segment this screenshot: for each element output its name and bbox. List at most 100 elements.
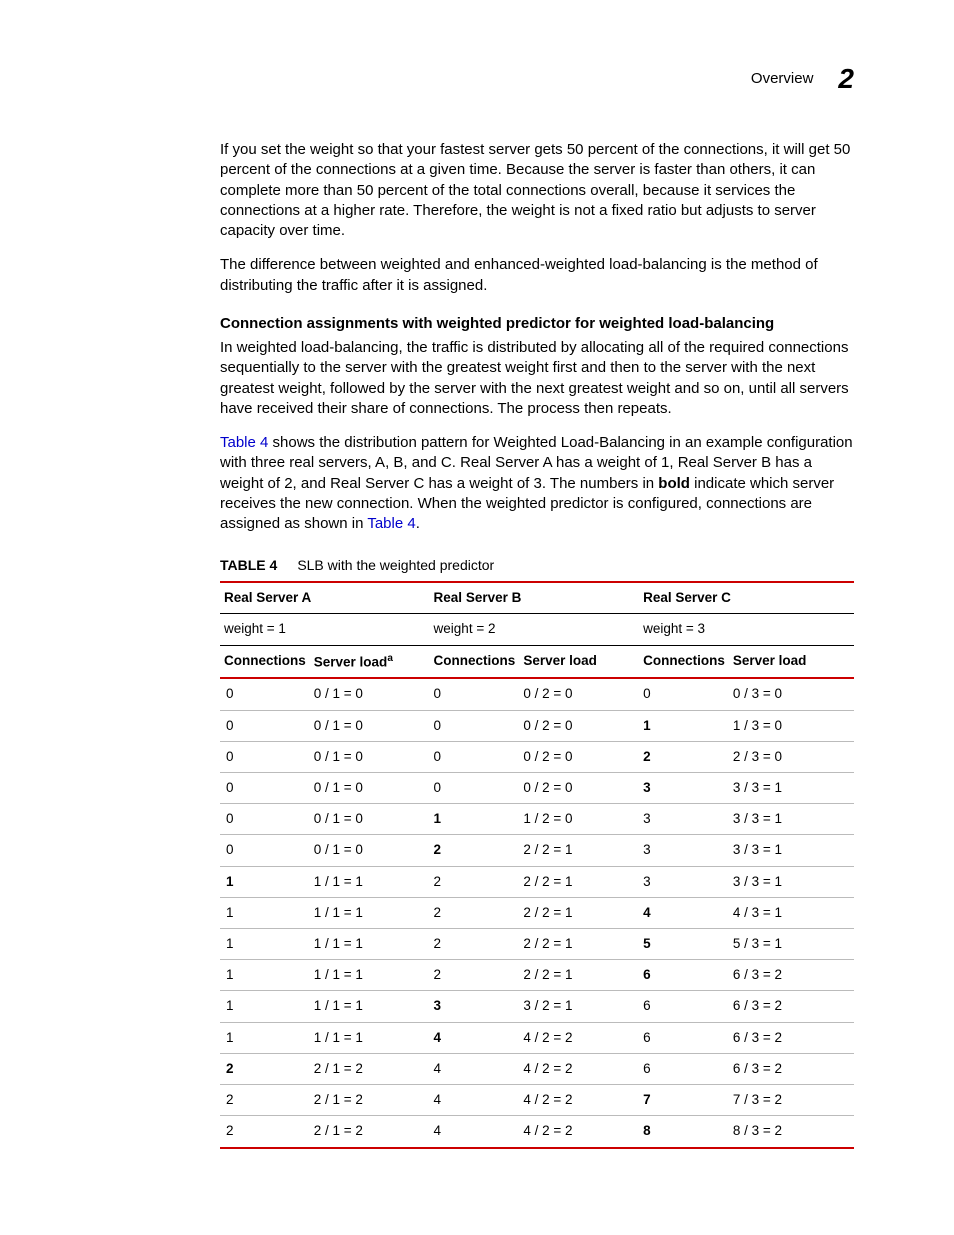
- table-cell: 3 / 3 = 1: [729, 772, 854, 803]
- table-cell: 1 / 2 = 0: [519, 804, 639, 835]
- table-cell: 4: [430, 1085, 520, 1116]
- table-body: 00 / 1 = 000 / 2 = 000 / 3 = 000 / 1 = 0…: [220, 678, 854, 1147]
- page-header: Overview 2: [751, 60, 854, 98]
- table-row: 11 / 1 = 144 / 2 = 266 / 3 = 2: [220, 1022, 854, 1053]
- table-cell: 3: [639, 835, 729, 866]
- table-cell: 1: [220, 991, 310, 1022]
- table-cell: 2 / 2 = 1: [519, 835, 639, 866]
- table-cell: 0 / 1 = 0: [310, 741, 430, 772]
- table-row: 00 / 1 = 000 / 2 = 011 / 3 = 0: [220, 710, 854, 741]
- table-cell: 4: [430, 1053, 520, 1084]
- table-cell: 4 / 2 = 2: [519, 1085, 639, 1116]
- table-ref-link[interactable]: Table 4: [220, 434, 268, 451]
- table-cell: 2: [430, 866, 520, 897]
- table-cell: 8 / 3 = 2: [729, 1116, 854, 1148]
- table-caption-label: TABLE 4: [220, 557, 277, 573]
- col-load-a: Server loada: [310, 645, 430, 678]
- table-cell: 0 / 2 = 0: [519, 772, 639, 803]
- table-row: 00 / 1 = 011 / 2 = 033 / 3 = 1: [220, 804, 854, 835]
- table-cell: 5 / 3 = 1: [729, 929, 854, 960]
- table-cell: 0 / 2 = 0: [519, 741, 639, 772]
- table-group-header: Real Server A Real Server B Real Server …: [220, 582, 854, 614]
- table-cell: 0 / 1 = 0: [310, 835, 430, 866]
- subheading: Connection assignments with weighted pre…: [220, 314, 854, 334]
- table-cell: 8: [639, 1116, 729, 1148]
- table-cell: 2: [220, 1085, 310, 1116]
- table-cell: 2: [430, 929, 520, 960]
- table-cell: 2 / 1 = 2: [310, 1053, 430, 1084]
- table-cell: 1 / 3 = 0: [729, 710, 854, 741]
- col-connections-a: Connections: [220, 645, 310, 678]
- table-cell: 2: [639, 741, 729, 772]
- table-caption-text: SLB with the weighted predictor: [297, 557, 494, 573]
- table-cell: 0: [220, 772, 310, 803]
- table-cell: 1 / 1 = 1: [310, 866, 430, 897]
- table-row: 11 / 1 = 122 / 2 = 144 / 3 = 1: [220, 897, 854, 928]
- table-cell: 0 / 1 = 0: [310, 804, 430, 835]
- table-cell: 0: [430, 772, 520, 803]
- group-header-c: Real Server C: [639, 582, 854, 614]
- table-cell: 1: [220, 1022, 310, 1053]
- table-row: 11 / 1 = 122 / 2 = 155 / 3 = 1: [220, 929, 854, 960]
- table-cell: 6 / 3 = 2: [729, 960, 854, 991]
- table-cell: 0: [639, 678, 729, 710]
- table-cell: 6 / 3 = 2: [729, 1022, 854, 1053]
- table-cell: 3: [430, 991, 520, 1022]
- table-cell: 1 / 1 = 1: [310, 991, 430, 1022]
- table-cell: 3 / 2 = 1: [519, 991, 639, 1022]
- table-cell: 1: [220, 929, 310, 960]
- table-row: 11 / 1 = 133 / 2 = 166 / 3 = 2: [220, 991, 854, 1022]
- table-cell: 1: [639, 710, 729, 741]
- table-cell: 1 / 1 = 1: [310, 897, 430, 928]
- table-cell: 4: [639, 897, 729, 928]
- table-cell: 4 / 2 = 2: [519, 1022, 639, 1053]
- table-row: 22 / 1 = 244 / 2 = 277 / 3 = 2: [220, 1085, 854, 1116]
- table-cell: 0: [430, 710, 520, 741]
- table-cell: 5: [639, 929, 729, 960]
- table-cell: 1: [220, 960, 310, 991]
- table-row: 00 / 1 = 022 / 2 = 133 / 3 = 1: [220, 835, 854, 866]
- table-cell: 0 / 1 = 0: [310, 772, 430, 803]
- table-cell: 3: [639, 804, 729, 835]
- table-cell: 0 / 1 = 0: [310, 710, 430, 741]
- table-cell: 0: [220, 835, 310, 866]
- col-connections-b: Connections: [430, 645, 520, 678]
- table-cell: 0: [430, 741, 520, 772]
- table-cell: 3: [639, 866, 729, 897]
- table-cell: 6: [639, 1053, 729, 1084]
- table-cell: 2 / 2 = 1: [519, 929, 639, 960]
- table-row: 00 / 1 = 000 / 2 = 022 / 3 = 0: [220, 741, 854, 772]
- body-paragraph-2: The difference between weighted and enha…: [220, 255, 854, 296]
- table-cell: 0: [220, 804, 310, 835]
- table-row: 22 / 1 = 244 / 2 = 266 / 3 = 2: [220, 1053, 854, 1084]
- table-cell: 4 / 2 = 2: [519, 1116, 639, 1148]
- table-column-header: Connections Server loada Connections Ser…: [220, 645, 854, 678]
- header-section: Overview: [751, 69, 814, 89]
- table-cell: 2 / 3 = 0: [729, 741, 854, 772]
- table-cell: 1: [220, 897, 310, 928]
- table-cell: 1 / 1 = 1: [310, 960, 430, 991]
- table-cell: 3 / 3 = 1: [729, 866, 854, 897]
- table-cell: 1 / 1 = 1: [310, 1022, 430, 1053]
- col-connections-c: Connections: [639, 645, 729, 678]
- table-cell: 7: [639, 1085, 729, 1116]
- table-cell: 0: [430, 678, 520, 710]
- table-caption: TABLE 4 SLB with the weighted predictor: [220, 556, 854, 575]
- weight-header-a: weight = 1: [220, 614, 430, 645]
- table-cell: 2: [430, 960, 520, 991]
- table-weight-header: weight = 1 weight = 2 weight = 3: [220, 614, 854, 645]
- table-cell: 3 / 3 = 1: [729, 835, 854, 866]
- col-load-c: Server load: [729, 645, 854, 678]
- table-cell: 4 / 3 = 1: [729, 897, 854, 928]
- weight-header-c: weight = 3: [639, 614, 854, 645]
- table-row: 00 / 1 = 000 / 2 = 033 / 3 = 1: [220, 772, 854, 803]
- table-cell: 2: [220, 1116, 310, 1148]
- table-cell: 7 / 3 = 2: [729, 1085, 854, 1116]
- table-row: 22 / 1 = 244 / 2 = 288 / 3 = 2: [220, 1116, 854, 1148]
- table-cell: 0 / 2 = 0: [519, 678, 639, 710]
- table-cell: 2 / 1 = 2: [310, 1116, 430, 1148]
- table-cell: 6: [639, 1022, 729, 1053]
- col-load-b: Server load: [519, 645, 639, 678]
- table-ref-link[interactable]: Table 4: [367, 515, 415, 532]
- table-cell: 6: [639, 991, 729, 1022]
